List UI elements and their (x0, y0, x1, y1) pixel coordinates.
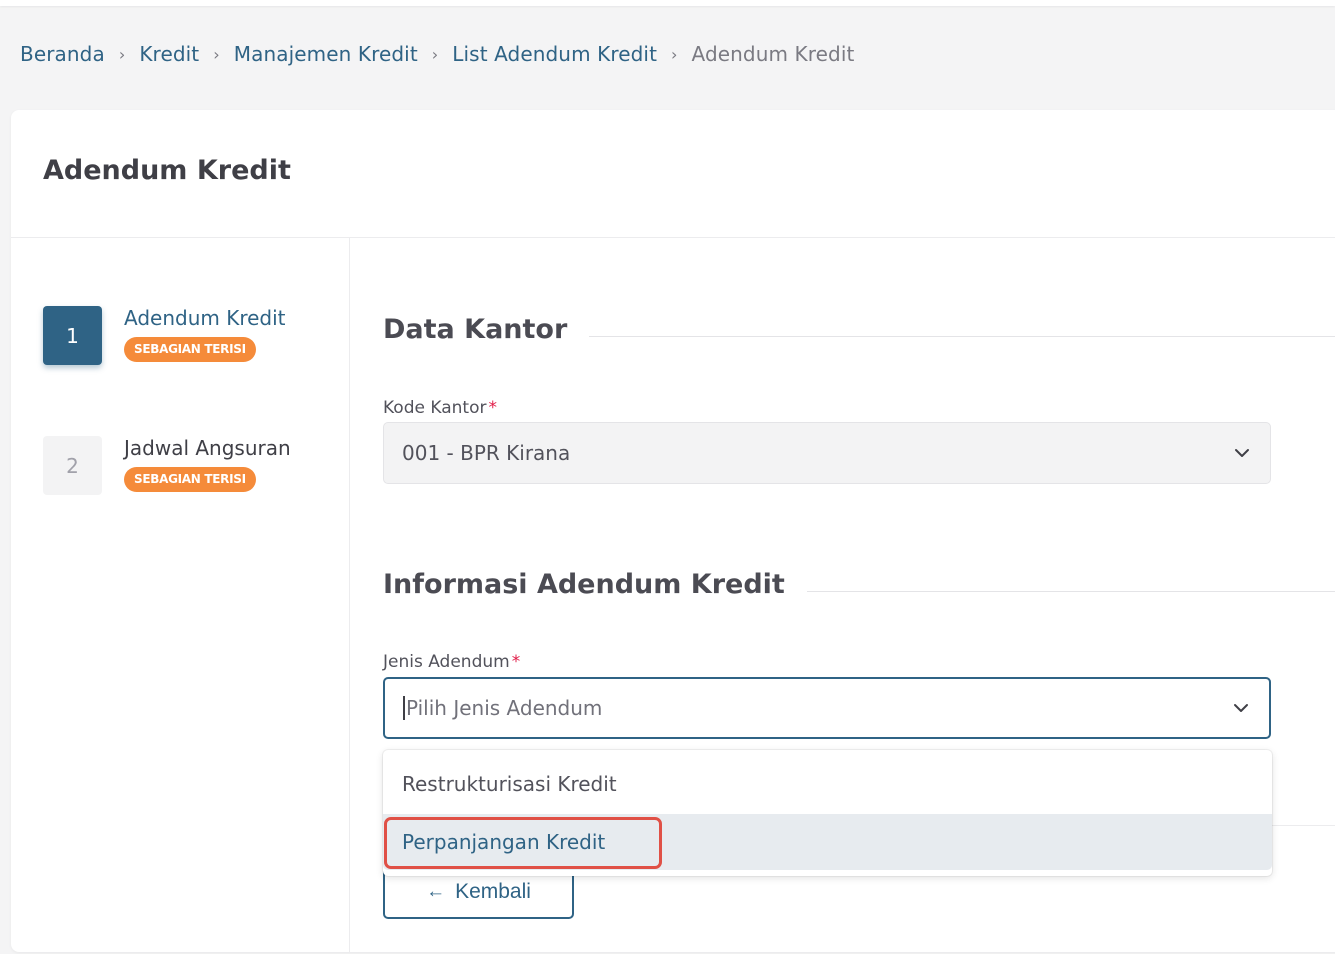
section-title-data-kantor: Data Kantor (383, 314, 590, 345)
back-button-label: Kembali (455, 880, 531, 903)
step-number: 1 (43, 306, 102, 365)
chevron-right-icon: › (213, 44, 220, 64)
required-mark: * (511, 652, 521, 672)
breadcrumb-list-adendum-kredit[interactable]: List Adendum Kredit (452, 42, 657, 66)
chevron-right-icon: › (118, 44, 126, 64)
chevron-down-icon (1234, 704, 1248, 712)
jenis-adendum-dropdown: Restrukturisasi Kredit Perpanjangan Kred… (383, 750, 1272, 876)
card-header: Adendum Kredit (11, 110, 1335, 238)
kode-kantor-select[interactable]: 001 - BPR Kirana (383, 422, 1271, 484)
kode-kantor-value: 001 - BPR Kirana (402, 441, 571, 465)
step-number: 2 (43, 436, 102, 495)
breadcrumb-manajemen-kredit[interactable]: Manajemen Kredit (234, 42, 418, 66)
status-badge: SEBAGIAN TERISI (124, 337, 256, 362)
jenis-adendum-label-text: Jenis Adendum (383, 652, 510, 672)
breadcrumb-beranda[interactable]: Beranda (20, 42, 105, 66)
chevron-right-icon: › (671, 44, 678, 64)
chevron-right-icon: › (431, 44, 439, 64)
page-title: Adendum Kredit (43, 155, 291, 186)
jenis-adendum-input[interactable]: Pilih Jenis Adendum (383, 677, 1271, 739)
step-label: Jadwal Angsuran (124, 436, 291, 460)
arrow-left-icon: ← (426, 881, 446, 902)
step-jadwal-angsuran[interactable]: 2 Jadwal Angsuran SEBAGIAN TERISI (43, 436, 343, 498)
text-caret (403, 696, 405, 720)
kode-kantor-label: Kode Kantor * (383, 398, 497, 418)
breadcrumb-kredit[interactable]: Kredit (139, 42, 199, 66)
option-restrukturisasi-kredit[interactable]: Restrukturisasi Kredit (383, 756, 1272, 812)
status-badge: SEBAGIAN TERISI (124, 467, 256, 492)
breadcrumb-current: Adendum Kredit (691, 42, 855, 66)
jenis-adendum-placeholder: Pilih Jenis Adendum (406, 696, 603, 720)
required-mark: * (488, 398, 497, 418)
jenis-adendum-label: Jenis Adendum * (383, 652, 520, 672)
step-adendum-kredit[interactable]: 1 Adendum Kredit SEBAGIAN TERISI (43, 306, 343, 368)
chevron-down-icon (1235, 449, 1249, 457)
step-label: Adendum Kredit (124, 306, 286, 330)
top-bar (0, 0, 1335, 6)
kode-kantor-label-text: Kode Kantor (383, 398, 487, 418)
section-title-informasi-adendum: Informasi Adendum Kredit (383, 569, 807, 600)
breadcrumb: Beranda › Kredit › Manajemen Kredit › Li… (20, 40, 854, 68)
stepper: 1 Adendum Kredit SEBAGIAN TERISI 2 Jadwa… (11, 238, 350, 952)
option-perpanjangan-kredit[interactable]: Perpanjangan Kredit (383, 814, 1272, 870)
